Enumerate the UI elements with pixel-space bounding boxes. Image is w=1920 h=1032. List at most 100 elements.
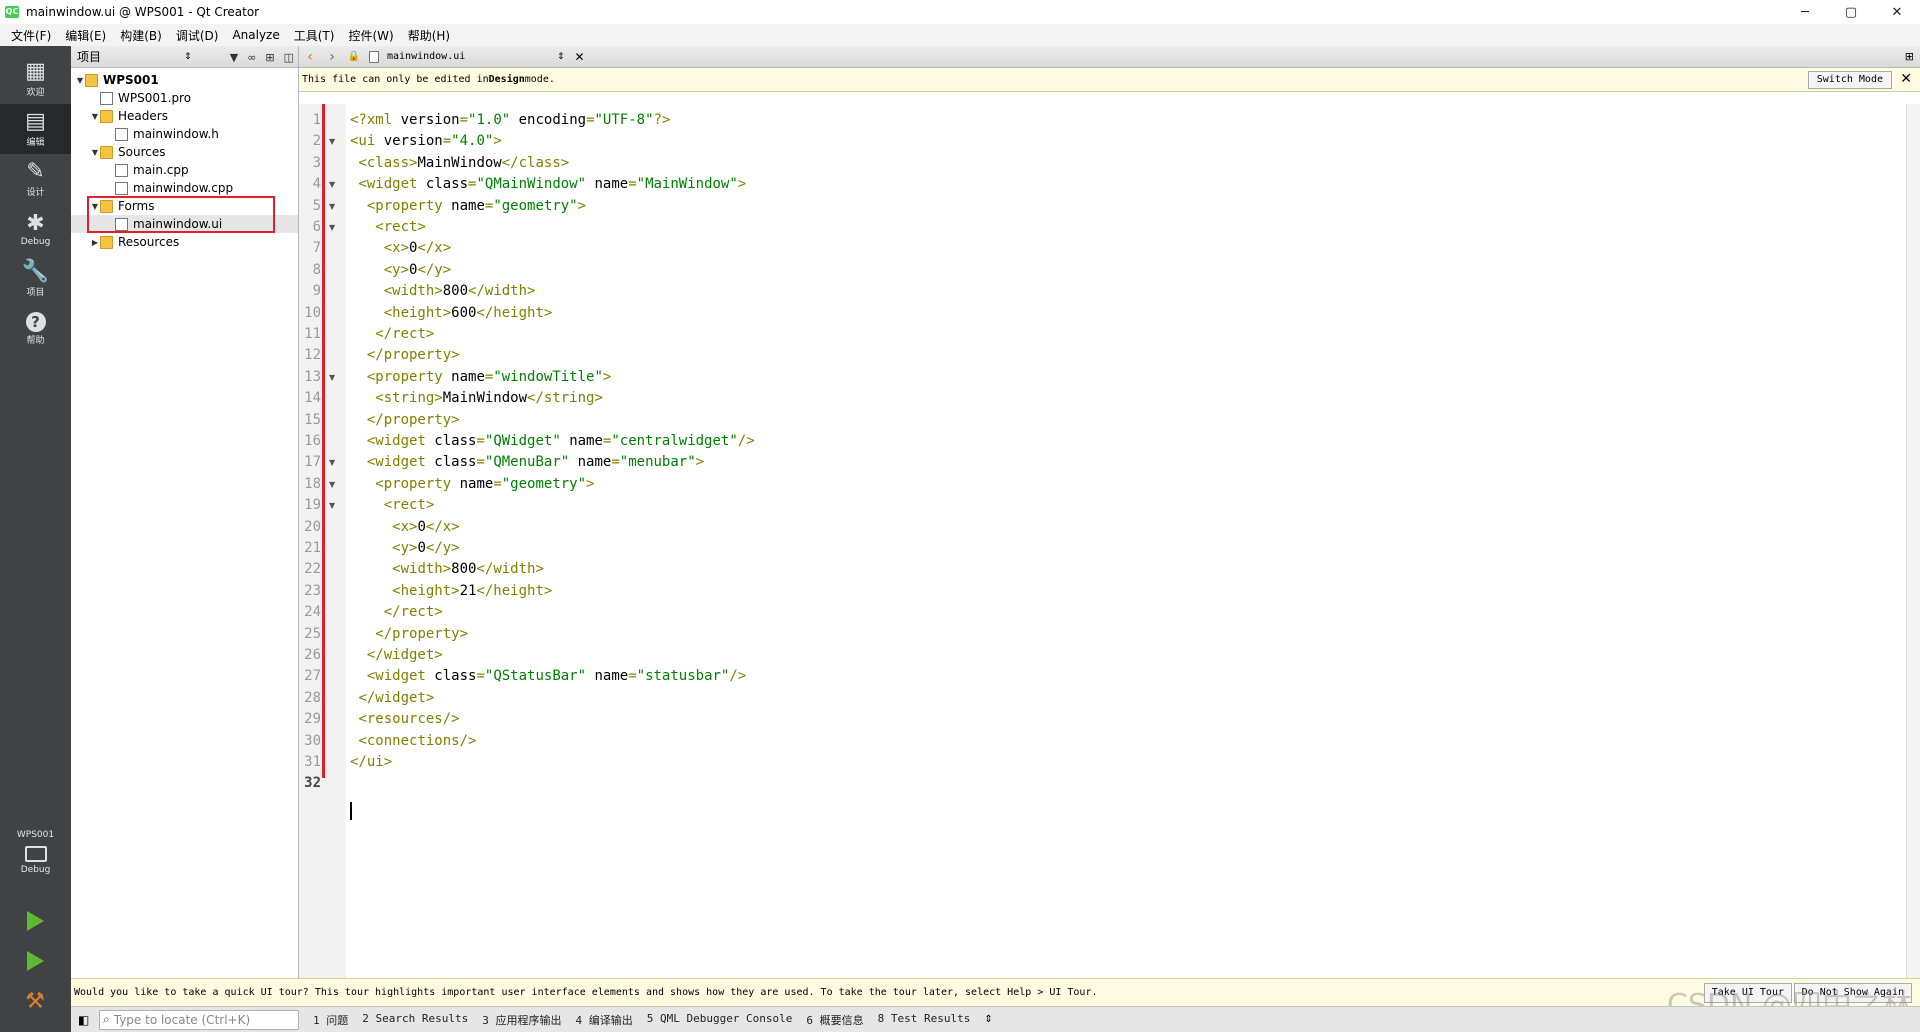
code-line[interactable]: <resources/> [350,709,459,730]
fold-marker-icon[interactable]: ▼ [329,495,335,516]
back-arrow-icon[interactable]: ‹ [299,49,321,65]
tree-item[interactable]: ▼ WPS001 [71,71,298,89]
split-icon[interactable]: ⊞ [265,51,274,64]
code-line[interactable]: <widget class="QMenuBar" name="menubar"> [350,452,704,473]
maximize-button[interactable]: ▢ [1828,0,1874,24]
link-icon[interactable]: ∞ [247,51,256,64]
output-pane-button[interactable]: 5 QML Debugger Console [647,1012,793,1028]
tree-item[interactable]: ▼ Headers [71,107,298,125]
build-button[interactable]: ⚒ [20,986,50,1016]
run-button[interactable] [20,906,50,936]
more-panes-icon[interactable]: ⇕ [984,1014,992,1025]
code-line[interactable]: <ui version="4.0"> [350,131,502,152]
code-line[interactable]: <string>MainWindow</string> [350,388,603,409]
menu-item[interactable]: 帮助(H) [401,27,457,44]
code-line[interactable]: <x>0</x> [350,238,451,259]
fold-marker-icon[interactable]: ▼ [329,196,335,217]
code-line[interactable]: </property> [350,624,468,645]
mode-bug[interactable]: ✱ Debug [0,204,71,254]
tree-item[interactable]: ▼ Sources [71,143,298,161]
code-line[interactable]: </property> [350,345,460,366]
menu-item[interactable]: 文件(F) [4,27,58,44]
code-line[interactable]: <property name="windowTitle"> [350,367,611,388]
forward-arrow-icon[interactable]: › [321,49,343,65]
fold-marker-icon[interactable]: ▼ [329,217,335,238]
tree-item[interactable]: WPS001.pro [71,89,298,107]
toggle-sidebar-icon[interactable]: ◧ [78,1013,89,1027]
code-line[interactable]: <connections/> [350,731,476,752]
mode-help[interactable]: ? 帮助 [0,304,71,354]
code-line[interactable]: <width>800</width> [350,559,544,580]
project-view-combo[interactable]: 项目 [77,48,197,65]
mode-grid[interactable]: ▦ 欢迎 [0,54,71,104]
mode-edit[interactable]: ▤ 编辑 [0,104,71,154]
locator-input[interactable]: ⌕ Type to locate (Ctrl+K) [99,1009,299,1030]
split-editor-icon[interactable]: ⊞ [1905,50,1914,63]
code-line[interactable]: </ui> [350,752,392,773]
debug-run-button[interactable] [20,946,50,976]
output-pane-button[interactable]: 2 Search Results [362,1012,468,1028]
editor-toolbar: ‹ › 🔒 mainwindow.ui ⇕ ✕ ⊞ [299,46,1920,68]
expand-arrow-icon[interactable]: ▼ [90,112,100,121]
code-line[interactable]: <property name="geometry"> [350,196,586,217]
code-line[interactable]: <height>21</height> [350,581,552,602]
code-line[interactable]: <rect> [350,495,435,516]
code-line[interactable]: <y>0</y> [350,260,451,281]
filter-icon[interactable]: ▼ [230,51,238,64]
vertical-scrollbar[interactable] [1906,104,1920,978]
code-line[interactable]: <class>MainWindow</class> [350,153,569,174]
tree-item[interactable]: main.cpp [71,161,298,179]
code-line[interactable]: <property name="geometry"> [350,474,594,495]
document-combo-arrows-icon[interactable]: ⇕ [557,52,565,62]
search-icon: ⌕ [103,1012,110,1026]
menu-item[interactable]: 编辑(E) [58,27,113,44]
close-document-icon[interactable]: ✕ [575,50,585,64]
menu-item[interactable]: 控件(W) [341,27,400,44]
close-button[interactable]: ✕ [1874,0,1920,24]
tree-item[interactable]: mainwindow.cpp [71,179,298,197]
code-line[interactable]: <y>0</y> [350,538,459,559]
code-line[interactable]: <rect> [350,217,426,238]
tree-item[interactable]: ▶ Resources [71,233,298,251]
debug-play-icon [26,951,44,971]
code-line[interactable]: <widget class="QMainWindow" name="MainWi… [350,174,746,195]
output-pane-button[interactable]: 4 编译输出 [575,1012,632,1028]
fold-marker-icon[interactable]: ▼ [329,367,335,388]
code-line[interactable]: </rect> [350,324,434,345]
output-pane-button[interactable]: 1 问题 [313,1012,348,1028]
fold-marker-icon[interactable]: ▼ [329,174,335,195]
code-line[interactable]: </rect> [350,602,443,623]
output-pane-button[interactable]: 6 概要信息 [806,1012,863,1028]
output-pane-button[interactable]: 3 应用程序输出 [482,1012,561,1028]
menu-item[interactable]: 构建(B) [113,27,169,44]
kit-selector[interactable]: WPS001 Debug [0,830,71,894]
expand-arrow-icon[interactable]: ▼ [90,148,100,157]
close-info-icon[interactable]: ✕ [1900,71,1912,87]
minimize-button[interactable]: ─ [1782,0,1828,24]
mode-wrench[interactable]: 🔧 项目 [0,254,71,304]
switch-mode-button[interactable]: Switch Mode [1807,71,1892,89]
expand-arrow-icon[interactable]: ▶ [90,238,100,247]
code-line[interactable]: <x>0</x> [350,517,459,538]
code-line[interactable]: <widget class="QWidget" name="centralwid… [350,431,755,452]
expand-arrow-icon[interactable]: ▼ [75,76,85,85]
close-panel-icon[interactable]: ◫ [284,51,294,64]
code-line[interactable]: <?xml version="1.0" encoding="UTF-8"?> [350,110,670,131]
output-pane-button[interactable]: 8 Test Results [878,1012,971,1028]
fold-marker-icon[interactable]: ▼ [329,452,335,473]
fold-marker-icon[interactable]: ▼ [329,131,335,152]
code-line[interactable]: <widget class="QStatusBar" name="statusb… [350,666,746,687]
code-line[interactable]: <height>600</height> [350,303,553,324]
open-document-combo[interactable]: mainwindow.ui [387,51,557,62]
combo-arrows-icon[interactable]: ⇕ [184,52,192,62]
fold-marker-icon[interactable]: ▼ [329,474,335,495]
mode-pen[interactable]: ✎ 设计 [0,154,71,204]
menu-item[interactable]: 调试(D) [169,27,226,44]
menu-item[interactable]: Analyze [225,28,286,42]
code-line[interactable]: </widget> [350,688,434,709]
code-line[interactable]: </property> [350,410,460,431]
code-line[interactable]: <width>800</width> [350,281,536,302]
code-line[interactable]: </widget> [350,645,443,666]
tree-item[interactable]: mainwindow.h [71,125,298,143]
menu-item[interactable]: 工具(T) [287,27,342,44]
